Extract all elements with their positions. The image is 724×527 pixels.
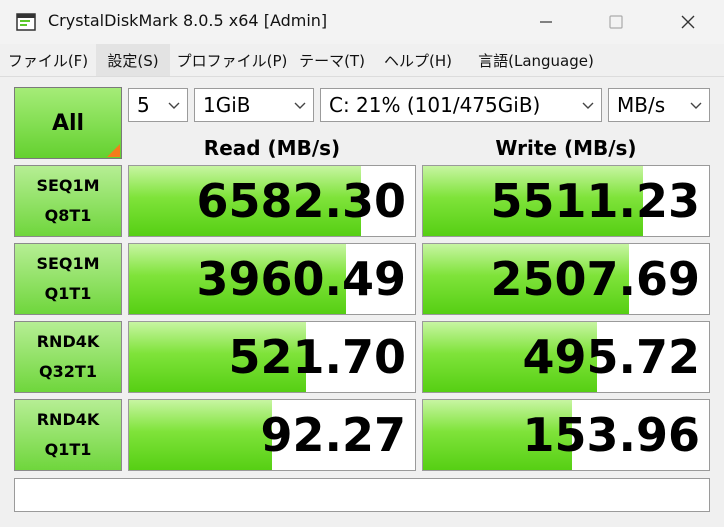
- test-rnd4k-q1t1-button[interactable]: RND4K Q1T1: [14, 399, 122, 471]
- maximize-button[interactable]: [586, 0, 646, 44]
- unit-value: MB/s: [617, 93, 666, 117]
- test-count-value: 5: [137, 93, 150, 117]
- test-seq1m-q1t1-button[interactable]: SEQ1M Q1T1: [14, 243, 122, 315]
- minimize-button[interactable]: [516, 0, 576, 44]
- all-button[interactable]: All: [14, 87, 122, 159]
- unit-select[interactable]: MB/s: [608, 88, 710, 122]
- test-label-line1: RND4K: [36, 332, 100, 351]
- read-result-value: 6582.30: [196, 174, 406, 228]
- app-icon: [16, 13, 36, 31]
- test-rnd4k-q32t1-button[interactable]: RND4K Q32T1: [14, 321, 122, 393]
- read-result-cell: 6582.30: [128, 165, 416, 237]
- write-result-value: 495.72: [522, 330, 700, 384]
- read-result-value: 92.27: [260, 408, 406, 462]
- title-bar: CrystalDiskMark 8.0.5 x64 [Admin]: [0, 0, 724, 45]
- window-title: CrystalDiskMark 8.0.5 x64 [Admin]: [48, 11, 328, 30]
- test-size-value: 1GiB: [203, 93, 251, 117]
- write-result-cell: 153.96: [422, 399, 710, 471]
- test-label-line2: Q1T1: [44, 440, 92, 459]
- write-result-cell: 495.72: [422, 321, 710, 393]
- write-result-value: 2507.69: [490, 252, 700, 306]
- test-label-line1: SEQ1M: [36, 176, 100, 195]
- read-result-cell: 521.70: [128, 321, 416, 393]
- menu-theme[interactable]: テーマ(T): [296, 44, 368, 76]
- drive-select[interactable]: C: 21% (101/475GiB): [320, 88, 602, 122]
- write-header: Write (MB/s): [495, 136, 637, 160]
- test-count-select[interactable]: 5: [128, 88, 188, 122]
- test-label-line2: Q32T1: [39, 362, 97, 381]
- test-label-line2: Q1T1: [44, 284, 92, 303]
- test-label-line2: Q8T1: [44, 206, 92, 225]
- test-label-line1: RND4K: [36, 410, 100, 429]
- menu-settings[interactable]: 設定(S): [96, 44, 170, 76]
- write-result-value: 5511.23: [490, 174, 700, 228]
- write-result-cell: 5511.23: [422, 165, 710, 237]
- test-seq1m-q8t1-button[interactable]: SEQ1M Q8T1: [14, 165, 122, 237]
- read-header: Read (MB/s): [203, 136, 341, 160]
- menu-bar: ファイル(F) 設定(S) プロファイル(P) テーマ(T) ヘルプ(H) 言語…: [0, 44, 724, 77]
- chevron-down-icon: [582, 102, 594, 109]
- menu-help[interactable]: ヘルプ(H): [378, 44, 458, 76]
- chevron-down-icon: [168, 102, 180, 109]
- test-size-select[interactable]: 1GiB: [194, 88, 314, 122]
- close-button[interactable]: [658, 0, 718, 44]
- menu-file[interactable]: ファイル(F): [6, 44, 90, 76]
- read-progress-fill: [129, 400, 272, 470]
- write-result-value: 153.96: [522, 408, 700, 462]
- close-icon: [681, 15, 695, 29]
- read-result-cell: 92.27: [128, 399, 416, 471]
- menu-profile[interactable]: プロファイル(P): [176, 44, 288, 76]
- menu-language[interactable]: 言語(Language): [468, 44, 604, 76]
- chevron-down-icon: [690, 102, 702, 109]
- all-button-label: All: [51, 110, 85, 136]
- chevron-down-icon: [294, 102, 306, 109]
- maximize-icon: [609, 15, 623, 29]
- read-result-value: 3960.49: [196, 252, 406, 306]
- comment-input[interactable]: [14, 478, 710, 512]
- corner-marker: [107, 144, 120, 157]
- read-result-cell: 3960.49: [128, 243, 416, 315]
- read-result-value: 521.70: [228, 330, 406, 384]
- write-result-cell: 2507.69: [422, 243, 710, 315]
- drive-value: C: 21% (101/475GiB): [329, 93, 541, 117]
- minimize-icon: [540, 21, 552, 23]
- test-label-line1: SEQ1M: [36, 254, 100, 273]
